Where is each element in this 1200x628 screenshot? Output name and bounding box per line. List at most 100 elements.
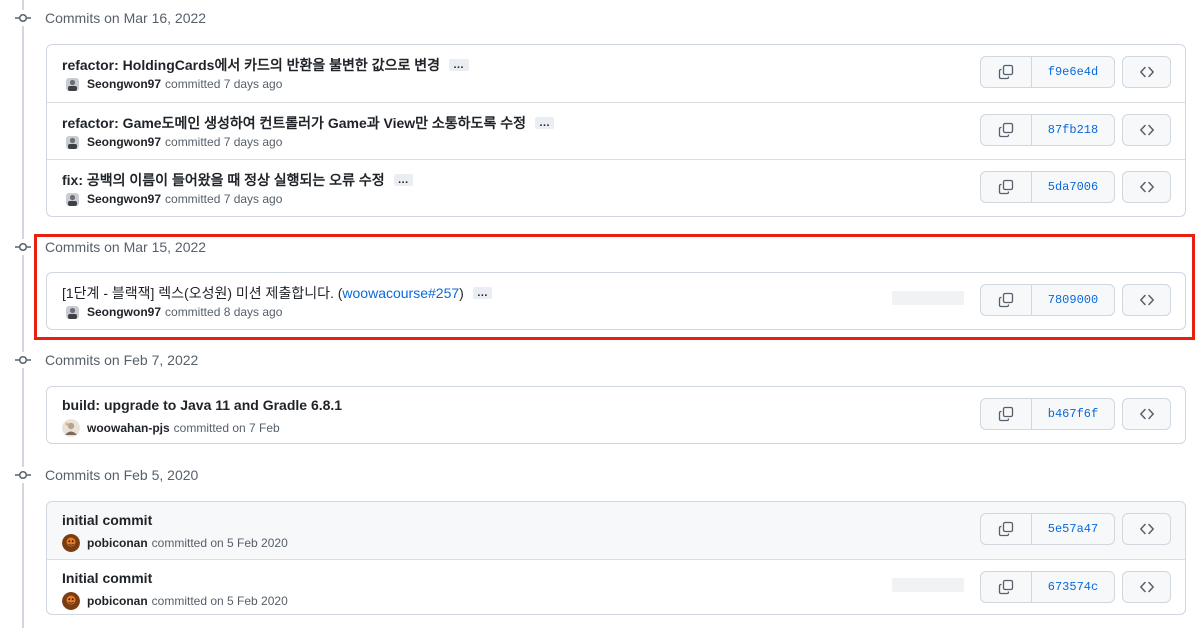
copy-icon [998, 521, 1014, 537]
browse-repo-button[interactable] [1122, 398, 1171, 430]
code-icon [1139, 523, 1154, 535]
expand-message-button[interactable]: … [472, 287, 493, 299]
commit-meta: Seongwon97 committed 7 days ago [66, 77, 282, 91]
commit-group-title: Commits on Feb 7, 2022 [45, 352, 199, 368]
browse-repo-button[interactable] [1122, 114, 1171, 146]
commit-row: initial commit pobiconan committed on 5 … [47, 502, 1185, 559]
commit-group-title: Commits on Feb 5, 2020 [45, 467, 199, 483]
code-icon [1139, 124, 1154, 136]
commit-message: Initial commit [62, 570, 152, 586]
avatar[interactable] [66, 135, 79, 149]
expand-message-button[interactable]: … [534, 117, 555, 129]
avatar[interactable] [62, 419, 80, 437]
commit-list: build: upgrade to Java 11 and Gradle 6.8… [46, 386, 1186, 444]
commit-row: refactor: Game도메인 생성하여 컨트롤러가 Game과 View만… [47, 102, 1185, 159]
commit-sha-link[interactable]: 87fb218 [1032, 115, 1114, 145]
commit-sha-link[interactable]: 7809000 [1032, 285, 1114, 315]
copy-icon [998, 406, 1014, 422]
commit-message-link[interactable]: initial commit [62, 512, 152, 528]
commit-meta: Seongwon97 committed 7 days ago [66, 192, 282, 206]
commit-message-link[interactable]: Initial commit [62, 570, 152, 586]
avatar[interactable] [62, 534, 80, 552]
commit-row: build: upgrade to Java 11 and Gradle 6.8… [47, 387, 1185, 443]
commit-sha-link[interactable]: 5da7006 [1032, 172, 1114, 202]
browse-repo-button[interactable] [1122, 56, 1171, 88]
browse-repo-button[interactable] [1122, 571, 1171, 603]
commit-meta: woowahan-pjs committed on 7 Feb [62, 419, 280, 437]
commit-message-link[interactable]: refactor: HoldingCards에서 카드의 반환을 불변한 값으로… [62, 55, 440, 75]
commit-author[interactable]: Seongwon97 [87, 77, 161, 91]
copy-sha-button[interactable] [981, 514, 1032, 544]
commit-message-link[interactable]: refactor: Game도메인 생성하여 컨트롤러가 Game과 View만… [62, 113, 526, 133]
commit-time: committed 7 days ago [165, 135, 283, 149]
git-commit-icon [15, 10, 31, 26]
commit-time: committed on 5 Feb 2020 [151, 536, 288, 550]
commit-time: committed 7 days ago [165, 77, 283, 91]
commit-meta: Seongwon97 committed 8 days ago [66, 305, 282, 319]
code-icon [1139, 408, 1154, 420]
pull-request-link[interactable]: woowacourse#257 [342, 285, 459, 301]
commit-list: [1단계 - 블랙잭] 렉스(오성원) 미션 제출합니다. ( woowacou… [46, 272, 1186, 330]
browse-repo-button[interactable] [1122, 171, 1171, 203]
avatar[interactable] [66, 305, 79, 319]
commit-message-link[interactable]: build: upgrade to Java 11 and Gradle 6.8… [62, 397, 342, 413]
avatar[interactable] [66, 192, 79, 206]
commit-message: refactor: Game도메인 생성하여 컨트롤러가 Game과 View만… [62, 113, 555, 133]
commit-list: refactor: HoldingCards에서 카드의 반환을 불변한 값으로… [46, 44, 1186, 217]
copy-sha-button[interactable] [981, 57, 1032, 87]
commit-status-placeholder [892, 578, 964, 592]
sha-button-group: 673574c [980, 571, 1115, 603]
commit-author[interactable]: woowahan-pjs [87, 421, 170, 435]
commit-time: committed on 5 Feb 2020 [151, 594, 288, 608]
copy-sha-button[interactable] [981, 115, 1032, 145]
commit-sha-link[interactable]: 673574c [1032, 572, 1114, 602]
commit-sha-link[interactable]: b467f6f [1032, 399, 1114, 429]
commit-sha-link[interactable]: f9e6e4d [1032, 57, 1114, 87]
avatar[interactable] [62, 592, 80, 610]
sha-button-group: 87fb218 [980, 114, 1115, 146]
sha-button-group: 5e57a47 [980, 513, 1115, 545]
commit-message-link[interactable]: fix: 공백의 이름이 들어왔을 때 정상 실행되는 오류 수정 [62, 170, 385, 190]
commit-author[interactable]: Seongwon97 [87, 305, 161, 319]
copy-icon [998, 579, 1014, 595]
commit-row: fix: 공백의 이름이 들어왔을 때 정상 실행되는 오류 수정 … Seon… [47, 159, 1185, 216]
avatar[interactable] [66, 77, 79, 91]
commit-message-end: ) [459, 285, 464, 301]
commit-meta: pobiconan committed on 5 Feb 2020 [62, 534, 288, 552]
commit-status-placeholder [892, 291, 964, 305]
commit-group-title: Commits on Mar 15, 2022 [45, 239, 207, 255]
copy-sha-button[interactable] [981, 285, 1032, 315]
commit-author[interactable]: pobiconan [87, 536, 148, 550]
code-icon [1139, 66, 1154, 78]
commit-sha-link[interactable]: 5e57a47 [1032, 514, 1114, 544]
commit-message: [1단계 - 블랙잭] 렉스(오성원) 미션 제출합니다. ( woowacou… [62, 283, 493, 303]
code-icon [1139, 581, 1154, 593]
git-commit-icon [15, 239, 31, 255]
copy-icon [998, 122, 1014, 138]
browse-repo-button[interactable] [1122, 513, 1171, 545]
commit-author[interactable]: Seongwon97 [87, 135, 161, 149]
commit-author[interactable]: pobiconan [87, 594, 148, 608]
git-commit-icon [15, 467, 31, 483]
commit-time: committed 8 days ago [165, 305, 283, 319]
browse-repo-button[interactable] [1122, 284, 1171, 316]
commit-author[interactable]: Seongwon97 [87, 192, 161, 206]
expand-message-button[interactable]: … [449, 59, 469, 71]
commit-row: [1단계 - 블랙잭] 렉스(오성원) 미션 제출합니다. ( woowacou… [47, 273, 1185, 329]
commit-meta: Seongwon97 committed 7 days ago [66, 135, 282, 149]
commit-group-title: Commits on Mar 16, 2022 [45, 10, 207, 26]
copy-icon [998, 64, 1014, 80]
copy-sha-button[interactable] [981, 572, 1032, 602]
commit-message-link[interactable]: [1단계 - 블랙잭] 렉스(오성원) 미션 제출합니다. ( [62, 283, 342, 303]
expand-message-button[interactable]: … [393, 174, 414, 186]
copy-icon [998, 179, 1014, 195]
sha-button-group: f9e6e4d [980, 56, 1115, 88]
commit-message: initial commit [62, 512, 152, 528]
copy-sha-button[interactable] [981, 399, 1032, 429]
sha-button-group: b467f6f [980, 398, 1115, 430]
copy-icon [998, 292, 1014, 308]
git-commit-icon [15, 352, 31, 368]
code-icon [1139, 181, 1154, 193]
timeline-line [22, 0, 24, 628]
copy-sha-button[interactable] [981, 172, 1032, 202]
